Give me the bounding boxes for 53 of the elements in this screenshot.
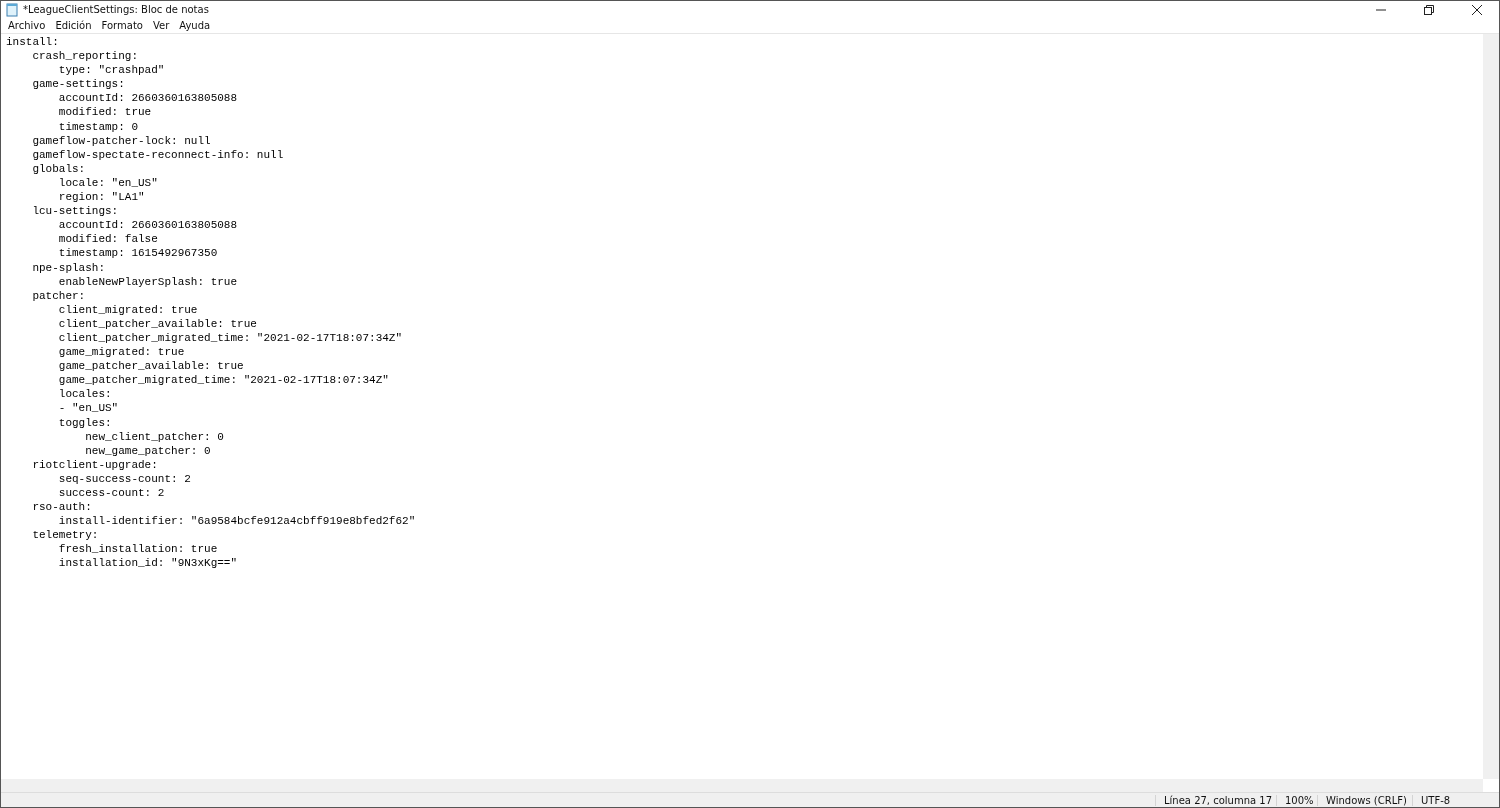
text-line: game_patcher_migrated_time: "2021-02-17T18:07:34Z"	[57, 373, 389, 388]
text-line: accountId: 2660360163805088	[57, 91, 238, 106]
text-line: lcu-settings:	[31, 204, 119, 219]
menu-item[interactable]: Ayuda	[174, 20, 216, 31]
text-line: patcher:	[31, 288, 86, 303]
text-line: client_patcher_migrated_time: "2021-02-17T18:07:34Z"	[57, 330, 403, 346]
text-line: npe-splash:	[31, 260, 106, 275]
text-line: rso-auth:	[31, 500, 92, 515]
menu-item[interactable]: Archivo	[3, 20, 51, 31]
horizontal-scrollbar[interactable]	[1, 779, 1483, 792]
text-line: fresh_installation: true	[57, 542, 218, 557]
close-icon[interactable]	[1472, 4, 1482, 15]
status-field: Línea 27, columna 17	[1155, 794, 1276, 806]
text-line: gameflow-spectate-reconnect-info: null	[31, 147, 284, 162]
text-line: crash_reporting:	[31, 49, 139, 64]
text-line: timestamp: 0	[57, 119, 139, 134]
window-title: *LeagueClientSettings: Bloc de notas	[23, 4, 209, 15]
text-line: accountId: 2660360163805088	[57, 218, 238, 233]
menu-item[interactable]: Ver	[147, 20, 175, 31]
text-line: globals:	[31, 161, 86, 176]
text-line: toggles:	[57, 415, 112, 430]
text-line: client_patcher_available: true	[57, 316, 257, 331]
text-line: modified: false	[57, 232, 158, 247]
text-line: new_game_patcher: 0	[84, 443, 211, 458]
text-line: - "en_US"	[57, 401, 119, 416]
text-line: riotclient-upgrade:	[31, 457, 158, 472]
text-line: gameflow-patcher-lock: null	[31, 133, 211, 148]
notepad-icon	[5, 2, 19, 17]
text-line: game-settings:	[31, 77, 125, 92]
text-line: telemetry:	[31, 528, 99, 543]
text-line: game_migrated: true	[57, 345, 185, 360]
text-line: success-count: 2	[57, 486, 165, 501]
text-line: client_migrated: true	[57, 302, 198, 317]
menu-item[interactable]: Edición	[50, 20, 97, 31]
restore-icon[interactable]	[1424, 4, 1434, 15]
status-field: UTF-8	[1412, 794, 1499, 806]
text-line: installation_id: "9N3xKg=="	[57, 556, 238, 571]
text-line: locales:	[57, 387, 112, 402]
text-line: type: "crashpad"	[57, 63, 165, 78]
text-line: new_client_patcher: 0	[84, 429, 224, 444]
text-line: locale: "en_US"	[57, 175, 158, 191]
text-line: game_patcher_available: true	[57, 359, 244, 374]
text-line: modified: true	[57, 105, 152, 120]
status-field: Windows (CRLF)	[1317, 794, 1412, 806]
vertical-scrollbar[interactable]	[1483, 34, 1499, 779]
text-line: region: "LA1"	[57, 190, 145, 205]
text-line: timestamp: 1615492967350	[57, 246, 218, 261]
status-field: 100%	[1276, 794, 1317, 806]
text-line: seq-success-count: 2	[57, 471, 191, 486]
menu-item[interactable]: Formato	[96, 20, 148, 31]
text-line: install:	[6, 35, 59, 50]
text-line: install-identifier: "6a9584bcfe912a4cbff919e8bfed2f62"	[57, 514, 416, 529]
text-line: enableNewPlayerSplash: true	[57, 274, 238, 289]
